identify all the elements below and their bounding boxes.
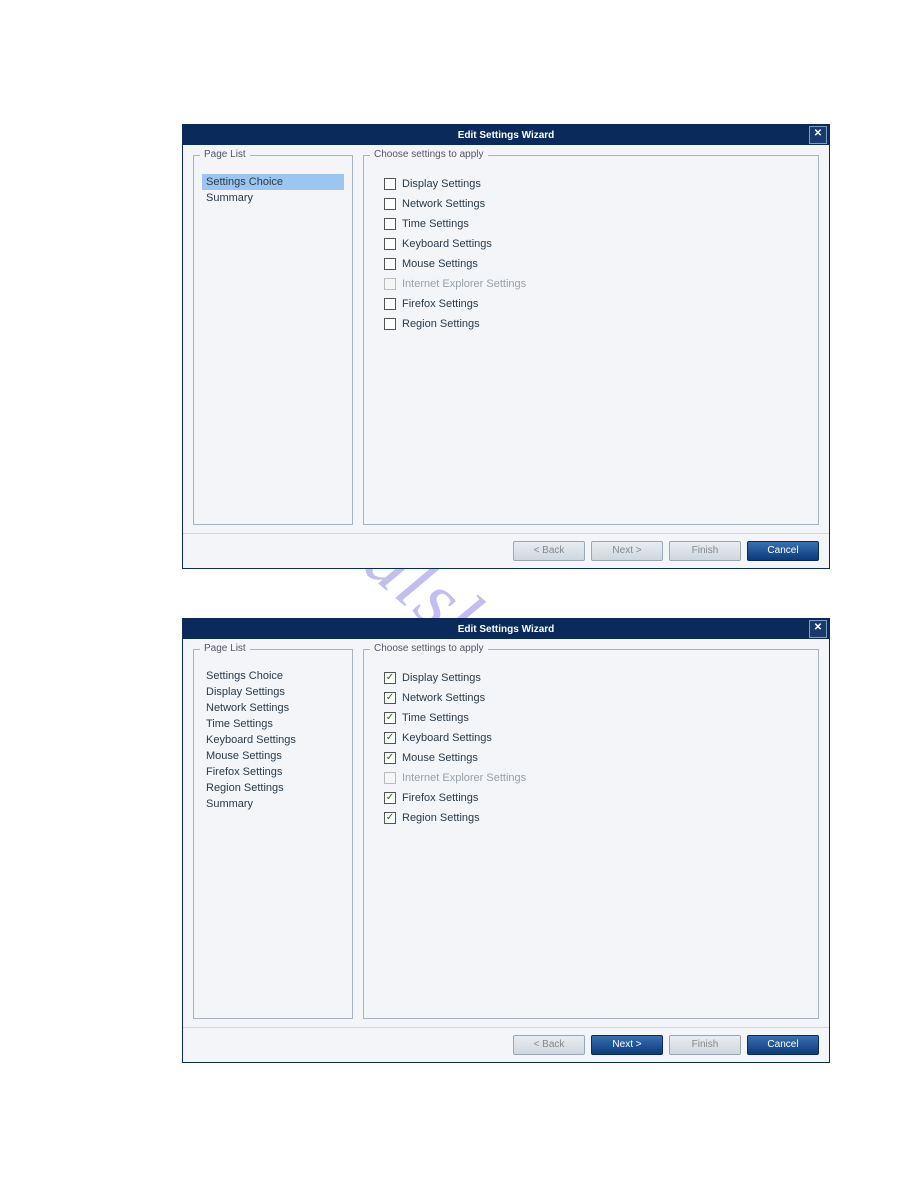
option-label: Region Settings bbox=[402, 812, 480, 824]
list-item[interactable]: Summary bbox=[202, 796, 344, 812]
checkbox-icon[interactable]: ✓ bbox=[384, 692, 396, 704]
setting-option: Keyboard Settings bbox=[384, 238, 810, 250]
option-label: Keyboard Settings bbox=[402, 732, 492, 744]
setting-option: Region Settings bbox=[384, 318, 810, 330]
page-list-legend: Page List bbox=[200, 149, 250, 160]
option-label: Internet Explorer Settings bbox=[402, 772, 526, 784]
setting-option: Time Settings bbox=[384, 218, 810, 230]
titlebar: Edit Settings Wizard ✕ bbox=[183, 619, 829, 639]
setting-option: Firefox Settings bbox=[384, 298, 810, 310]
setting-option: Internet Explorer Settings bbox=[384, 772, 810, 784]
finish-button: Finish bbox=[669, 1035, 741, 1055]
setting-option: ✓ Network Settings bbox=[384, 692, 810, 704]
list-item[interactable]: Keyboard Settings bbox=[202, 732, 344, 748]
option-label: Network Settings bbox=[402, 198, 485, 210]
dialog-title: Edit Settings Wizard bbox=[458, 130, 555, 141]
button-bar: < Back Next > Finish Cancel bbox=[183, 533, 829, 568]
setting-option: ✓ Keyboard Settings bbox=[384, 732, 810, 744]
titlebar: Edit Settings Wizard ✕ bbox=[183, 125, 829, 145]
list-item[interactable]: Firefox Settings bbox=[202, 764, 344, 780]
choose-settings-fieldset: Choose settings to apply Display Setting… bbox=[363, 155, 819, 525]
choose-settings-fieldset: Choose settings to apply ✓Display Settin… bbox=[363, 649, 819, 1019]
wizard-dialog-1: Edit Settings Wizard ✕ Page List Setting… bbox=[182, 124, 830, 569]
option-label: Network Settings bbox=[402, 692, 485, 704]
setting-option: ✓ Time Settings bbox=[384, 712, 810, 724]
cancel-button[interactable]: Cancel bbox=[747, 1035, 819, 1055]
back-button: < Back bbox=[513, 541, 585, 561]
setting-option: Network Settings bbox=[384, 198, 810, 210]
page-list-fieldset: Page List Settings ChoiceDisplay Setting… bbox=[193, 649, 353, 1019]
option-label: Internet Explorer Settings bbox=[402, 278, 526, 290]
list-item[interactable]: Settings Choice bbox=[202, 668, 344, 684]
option-label: Display Settings bbox=[402, 178, 481, 190]
checkbox-icon bbox=[384, 278, 396, 290]
setting-option: Internet Explorer Settings bbox=[384, 278, 810, 290]
setting-option: ✓ Display Settings bbox=[384, 672, 810, 684]
choose-settings-legend: Choose settings to apply bbox=[370, 643, 488, 654]
choose-settings-legend: Choose settings to apply bbox=[370, 149, 488, 160]
list-item[interactable]: Display Settings bbox=[202, 684, 344, 700]
checkbox-icon[interactable]: ✓ bbox=[384, 732, 396, 744]
checkbox-icon[interactable] bbox=[384, 198, 396, 210]
checkbox-icon[interactable]: ✓ bbox=[384, 792, 396, 804]
finish-button: Finish bbox=[669, 541, 741, 561]
close-icon[interactable]: ✕ bbox=[809, 620, 827, 638]
option-label: Firefox Settings bbox=[402, 298, 478, 310]
setting-option: ✓ Region Settings bbox=[384, 812, 810, 824]
page-list[interactable]: Settings ChoiceSummary bbox=[202, 174, 344, 206]
close-icon[interactable]: ✕ bbox=[809, 126, 827, 144]
checkbox-icon[interactable] bbox=[384, 298, 396, 310]
list-item[interactable]: Region Settings bbox=[202, 780, 344, 796]
checkbox-icon[interactable]: ✓ bbox=[384, 672, 396, 684]
option-label: Firefox Settings bbox=[402, 792, 478, 804]
list-item[interactable]: Summary bbox=[202, 190, 344, 206]
checkbox-icon bbox=[384, 772, 396, 784]
page-list-fieldset: Page List Settings ChoiceSummary bbox=[193, 155, 353, 525]
checkbox-icon[interactable] bbox=[384, 318, 396, 330]
checkbox-icon[interactable]: ✓ bbox=[384, 752, 396, 764]
list-item[interactable]: Mouse Settings bbox=[202, 748, 344, 764]
list-item[interactable]: Settings Choice bbox=[202, 174, 344, 190]
option-label: Time Settings bbox=[402, 218, 469, 230]
option-label: Keyboard Settings bbox=[402, 238, 492, 250]
setting-option: ✓ Mouse Settings bbox=[384, 752, 810, 764]
option-label: Mouse Settings bbox=[402, 752, 478, 764]
checkbox-icon[interactable]: ✓ bbox=[384, 812, 396, 824]
cancel-button[interactable]: Cancel bbox=[747, 541, 819, 561]
checkbox-icon[interactable] bbox=[384, 218, 396, 230]
option-label: Time Settings bbox=[402, 712, 469, 724]
page-list-legend: Page List bbox=[200, 643, 250, 654]
setting-option: Display Settings bbox=[384, 178, 810, 190]
option-label: Display Settings bbox=[402, 672, 481, 684]
setting-option: ✓ Firefox Settings bbox=[384, 792, 810, 804]
wizard-dialog-2: Edit Settings Wizard ✕ Page List Setting… bbox=[182, 618, 830, 1063]
next-button: Next > bbox=[591, 541, 663, 561]
list-item[interactable]: Network Settings bbox=[202, 700, 344, 716]
checkbox-icon[interactable] bbox=[384, 178, 396, 190]
list-item[interactable]: Time Settings bbox=[202, 716, 344, 732]
dialog-title: Edit Settings Wizard bbox=[458, 624, 555, 635]
setting-option: Mouse Settings bbox=[384, 258, 810, 270]
option-label: Region Settings bbox=[402, 318, 480, 330]
page-list[interactable]: Settings ChoiceDisplay SettingsNetwork S… bbox=[202, 668, 344, 812]
next-button[interactable]: Next > bbox=[591, 1035, 663, 1055]
button-bar: < Back Next > Finish Cancel bbox=[183, 1027, 829, 1062]
back-button: < Back bbox=[513, 1035, 585, 1055]
checkbox-icon[interactable] bbox=[384, 258, 396, 270]
checkbox-icon[interactable] bbox=[384, 238, 396, 250]
checkbox-icon[interactable]: ✓ bbox=[384, 712, 396, 724]
option-label: Mouse Settings bbox=[402, 258, 478, 270]
